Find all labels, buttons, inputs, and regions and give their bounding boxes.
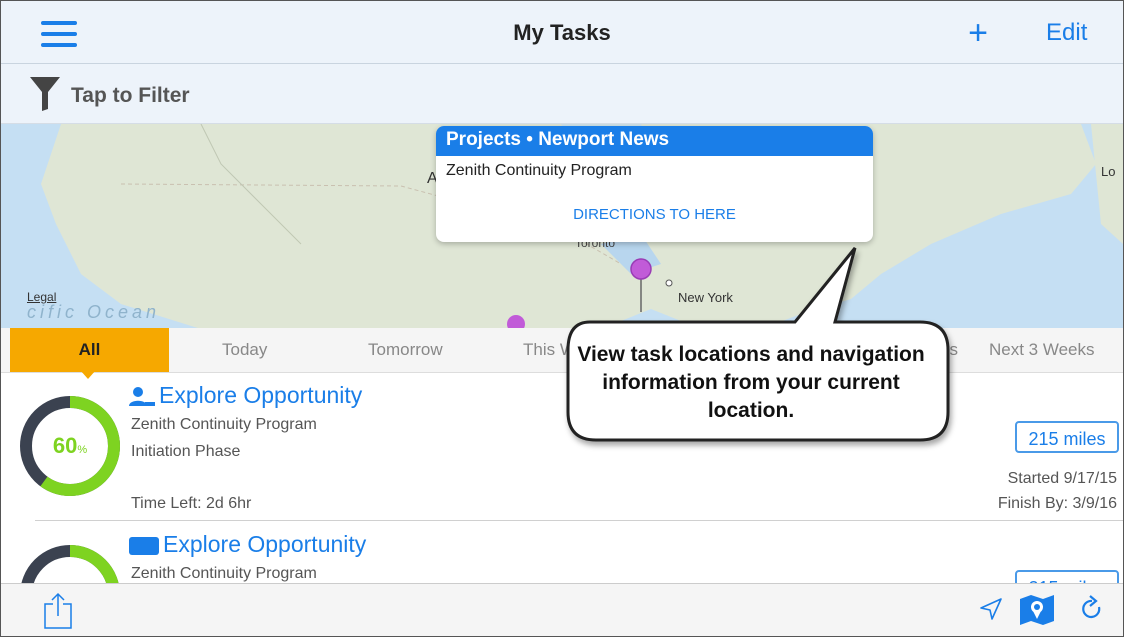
row-divider: [35, 520, 1123, 521]
task-title[interactable]: Explore Opportunity: [129, 382, 362, 409]
task-title-text: Explore Opportunity: [159, 382, 363, 408]
task-row[interactable]: Explore Opportunity Zenith Continuity Pr…: [1, 522, 1123, 584]
card-icon: [129, 536, 159, 555]
directions-link[interactable]: DIRECTIONS TO HERE: [436, 206, 873, 223]
city-label-new-york: New York: [678, 290, 733, 305]
task-time-left: Time Left: 2d 6hr: [131, 495, 252, 512]
progress-value: 60: [52, 433, 78, 458]
city-label: Lo: [1101, 164, 1116, 179]
popup-subtitle: Zenith Continuity Program: [446, 162, 632, 179]
filter-label: Tap to Filter: [71, 84, 190, 107]
task-project: Zenith Continuity Program: [131, 416, 317, 433]
tab-all[interactable]: All: [10, 328, 169, 372]
tab-next-3-weeks[interactable]: Next 3 Weeks: [989, 340, 1095, 360]
date-tabs: All Today Tomorrow This W ks Next 3 Week…: [1, 328, 1123, 379]
app-window: My Tasks + Edit Tap to Filter Legal cifi…: [0, 0, 1124, 637]
task-finish: Finish By: 3/9/16: [997, 495, 1117, 512]
tab-next-weeks[interactable]: ks: [941, 340, 958, 360]
task-phase: Initiation Phase: [131, 443, 241, 460]
tab-tomorrow[interactable]: Tomorrow: [368, 340, 443, 360]
filter-icon: [30, 77, 60, 111]
location-arrow-icon[interactable]: [979, 597, 1003, 621]
distance-badge[interactable]: 215 miles: [1015, 570, 1119, 584]
callout-text: View task locations and navigation infor…: [577, 343, 925, 422]
edit-button[interactable]: Edit: [1046, 19, 1087, 47]
map-popup[interactable]: Projects • Newport News Zenith Continuit…: [436, 126, 873, 242]
refresh-icon[interactable]: [1080, 595, 1104, 623]
task-project: Zenith Continuity Program: [131, 565, 317, 582]
bottom-toolbar: [1, 583, 1123, 636]
add-task-button[interactable]: +: [963, 15, 993, 51]
map-pin-icon[interactable]: [630, 258, 652, 280]
popup-header: Projects • Newport News: [436, 126, 873, 156]
task-title[interactable]: Explore Opportunity: [129, 531, 366, 558]
progress-readout: 60%: [35, 433, 105, 459]
page-title: My Tasks: [513, 20, 611, 45]
progress-ring: [21, 545, 119, 584]
map-icon[interactable]: [1019, 593, 1055, 627]
progress-unit: %: [77, 444, 88, 456]
tab-today[interactable]: Today: [222, 340, 267, 360]
ocean-label: cific Ocean: [27, 302, 161, 322]
task-map[interactable]: Legal cific Ocean A Toronto New York Lo …: [1, 124, 1123, 329]
task-row[interactable]: 60% Explore Opportunity Zenith Continuit…: [1, 373, 1123, 521]
person-icon: [129, 386, 155, 406]
filter-bar[interactable]: Tap to Filter: [1, 64, 1123, 124]
share-icon[interactable]: [43, 592, 73, 630]
task-started: Started 9/17/15: [1007, 470, 1117, 487]
nav-bar: My Tasks + Edit: [1, 1, 1123, 64]
distance-badge[interactable]: 215 miles: [1015, 421, 1119, 453]
task-title-text: Explore Opportunity: [163, 531, 367, 557]
